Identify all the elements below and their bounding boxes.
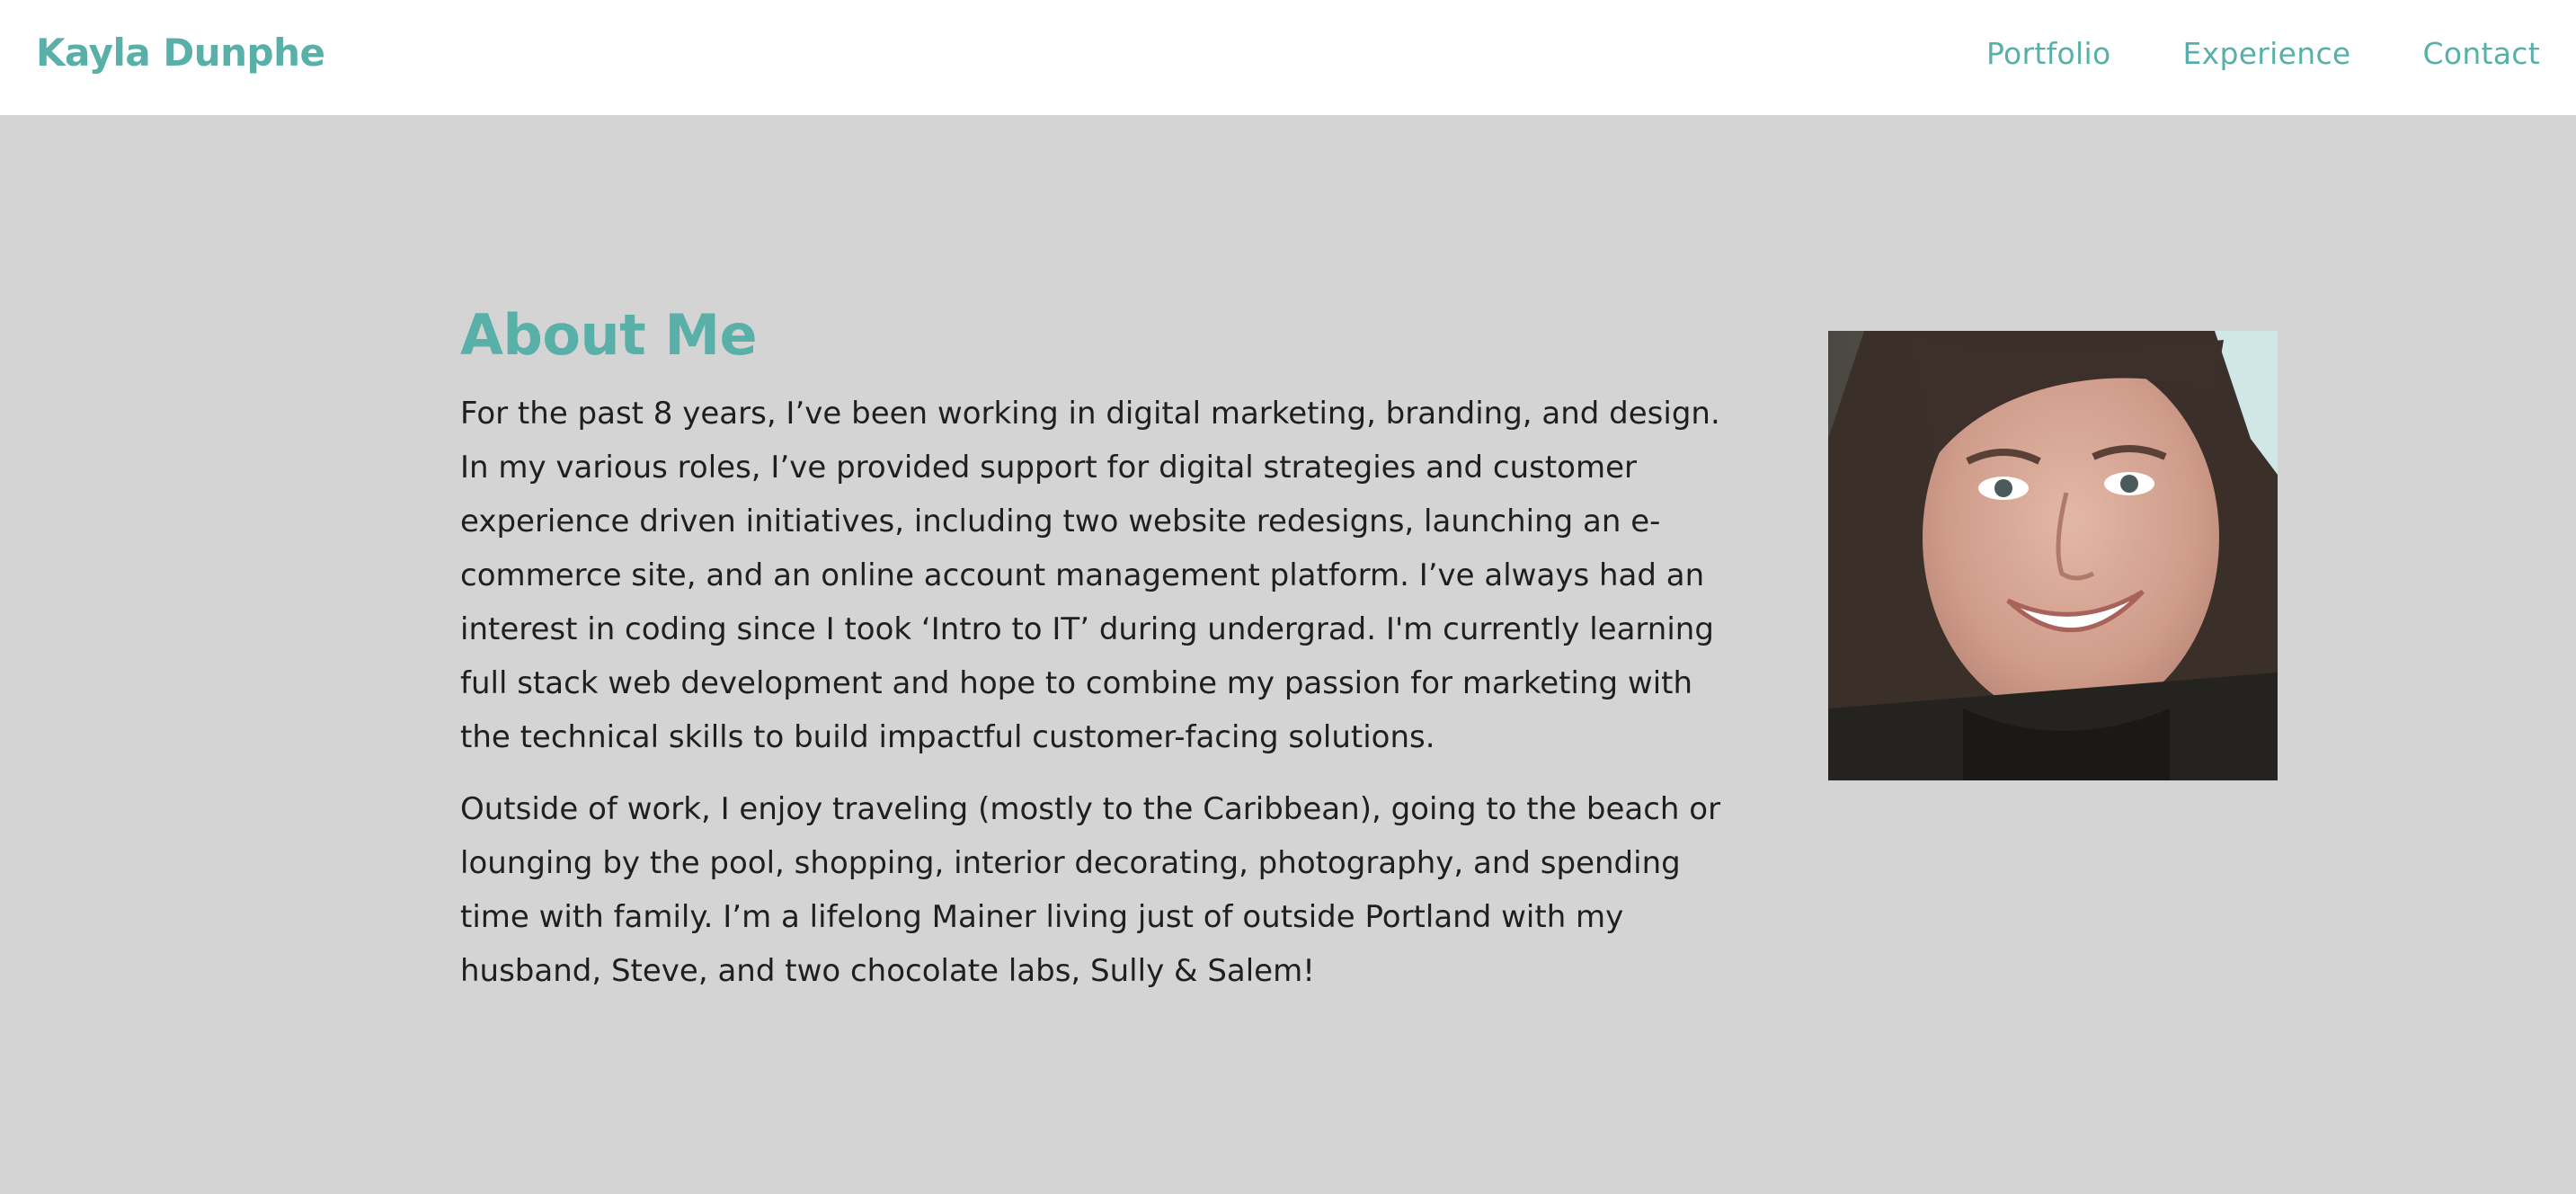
site-header: Kayla Dunphe Portfolio Experience Contac… xyxy=(0,0,2576,115)
about-text: For the past 8 years, I’ve been working … xyxy=(460,387,1745,1016)
nav-link-portfolio[interactable]: Portfolio xyxy=(1986,36,2110,71)
main-nav: Portfolio Experience Contact xyxy=(1986,36,2540,71)
portrait-image xyxy=(1828,331,2278,780)
nav-link-contact[interactable]: Contact xyxy=(2423,36,2541,71)
profile-photo xyxy=(1828,331,2278,780)
about-paragraph-2: Outside of work, I enjoy traveling (most… xyxy=(460,791,1721,989)
nav-link-experience[interactable]: Experience xyxy=(2182,36,2350,71)
about-section: About Me For the past 8 years, I’ve been… xyxy=(0,115,2576,1194)
brand-logo-link[interactable]: Kayla Dunphe xyxy=(36,31,325,75)
about-title: About Me xyxy=(460,302,758,368)
about-paragraph-1: For the past 8 years, I’ve been working … xyxy=(460,396,1720,755)
